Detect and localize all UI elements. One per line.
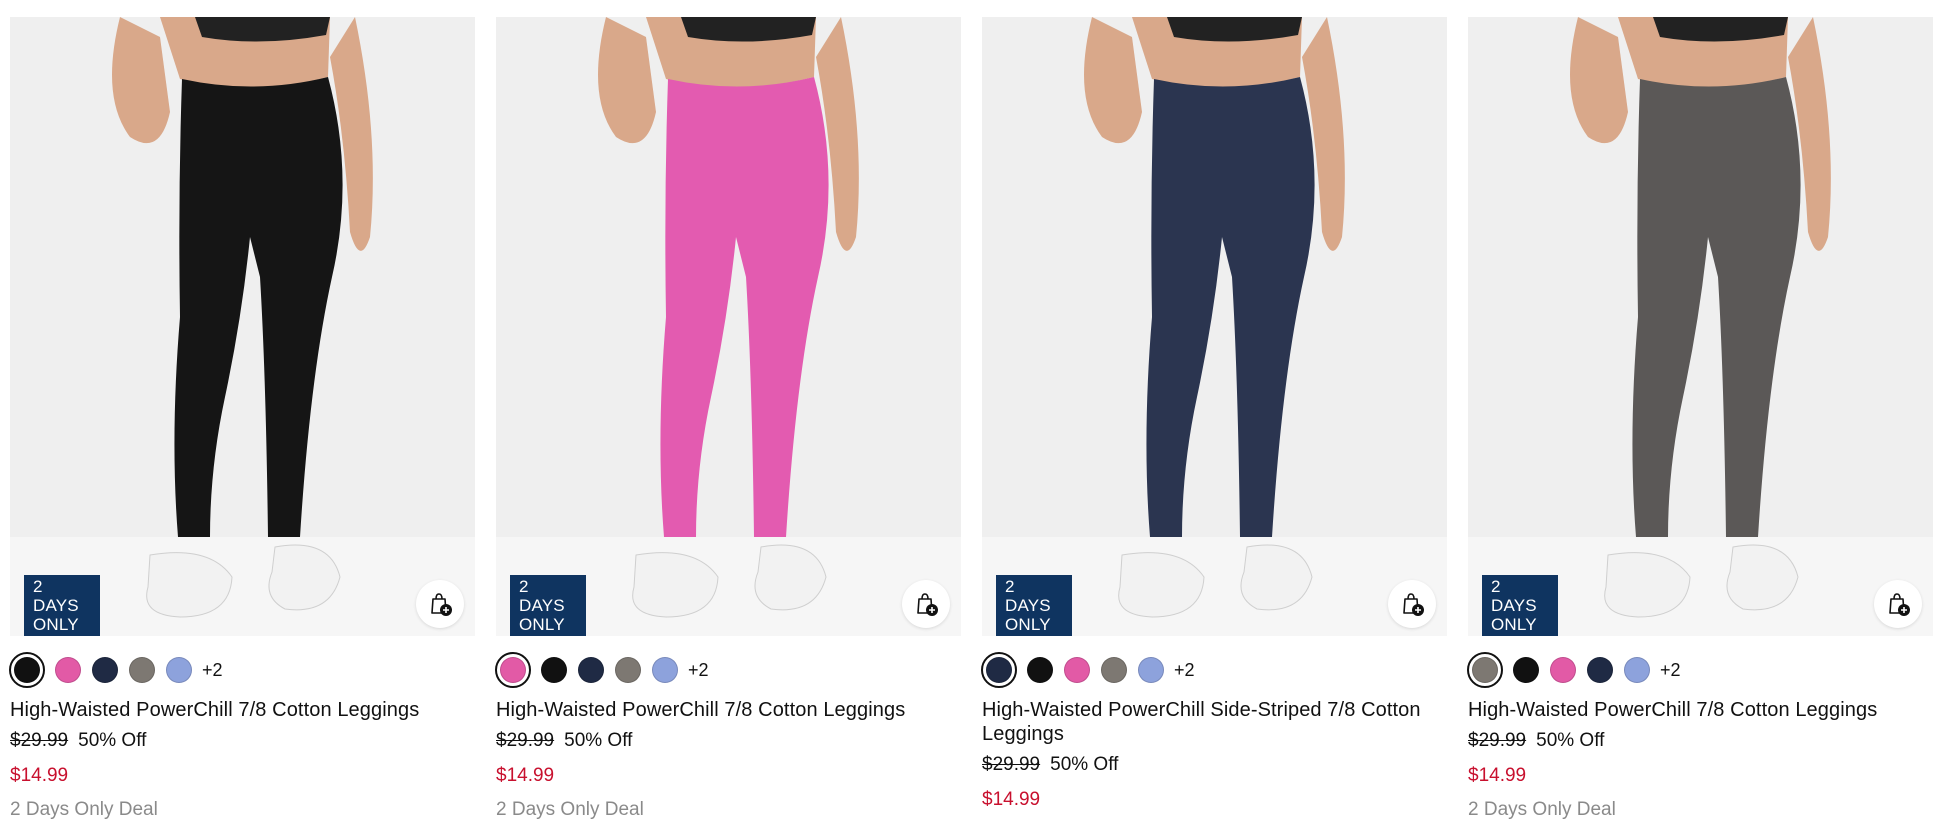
product-photo	[982, 17, 1447, 636]
color-swatches: +2	[495, 652, 961, 688]
original-price: $29.99	[496, 730, 555, 751]
color-swatch[interactable]	[1027, 657, 1053, 683]
discount-label: 50% Off	[1050, 754, 1119, 775]
product-photo	[1468, 17, 1933, 636]
color-swatch[interactable]	[1101, 657, 1127, 683]
color-swatch[interactable]	[1624, 657, 1650, 683]
product-title[interactable]: High-Waisted PowerChill 7/8 Cotton Leggi…	[496, 698, 961, 722]
color-swatch[interactable]	[55, 657, 81, 683]
deal-label: 2 Days Only Deal	[1468, 799, 1616, 820]
shopping-bag-plus-icon	[917, 593, 938, 616]
color-swatches: +2	[1467, 652, 1933, 688]
more-colors-link[interactable]: +2	[1660, 660, 1681, 681]
product-image[interactable]: 2 DAYS ONLY	[496, 17, 961, 636]
sale-price: $14.99	[496, 765, 555, 786]
color-swatch[interactable]	[1513, 657, 1539, 683]
deal-badge: 2 DAYS ONLY	[1482, 575, 1558, 636]
color-swatch[interactable]	[652, 657, 678, 683]
original-price: $29.99	[982, 754, 1041, 775]
product-card-2: 2 DAYS ONLY +2 High-Waisted PowerChill 7…	[495, 17, 961, 821]
sale-price: $14.99	[1468, 765, 1527, 786]
deal-badge: 2 DAYS ONLY	[510, 575, 586, 636]
color-swatch[interactable]	[1064, 657, 1090, 683]
deal-badge: 2 DAYS ONLY	[996, 575, 1072, 636]
color-swatch[interactable]	[1138, 657, 1164, 683]
color-swatches: +2	[9, 652, 475, 688]
add-to-bag-button[interactable]	[1388, 580, 1436, 628]
discount-label: 50% Off	[78, 730, 147, 751]
more-colors-link[interactable]: +2	[202, 660, 223, 681]
more-colors-link[interactable]: +2	[688, 660, 709, 681]
color-swatch[interactable]	[541, 657, 567, 683]
shopping-bag-plus-icon	[431, 593, 452, 616]
product-title[interactable]: High-Waisted PowerChill 7/8 Cotton Leggi…	[10, 698, 475, 722]
product-card-3: 2 DAYS ONLY +2 High-Waisted PowerChill S…	[981, 17, 1447, 821]
add-to-bag-button[interactable]	[902, 580, 950, 628]
color-swatch[interactable]	[578, 657, 604, 683]
product-image[interactable]: 2 DAYS ONLY	[10, 17, 475, 636]
color-swatch[interactable]	[615, 657, 641, 683]
product-grid: 2 DAYS ONLY +2 High-Waisted PowerChill 7…	[9, 17, 1933, 821]
original-price: $29.99	[1468, 730, 1527, 751]
deal-badge: 2 DAYS ONLY	[24, 575, 100, 636]
color-swatch[interactable]	[1467, 652, 1503, 688]
sale-price: $14.99	[10, 765, 69, 786]
add-to-bag-button[interactable]	[416, 580, 464, 628]
sale-price: $14.99	[982, 789, 1041, 810]
color-swatch[interactable]	[981, 652, 1017, 688]
shopping-bag-plus-icon	[1889, 593, 1910, 616]
product-image[interactable]: 2 DAYS ONLY	[982, 17, 1447, 636]
color-swatch[interactable]	[129, 657, 155, 683]
product-card-4: 2 DAYS ONLY +2 High-Waisted PowerChill 7…	[1467, 17, 1933, 821]
add-to-bag-button[interactable]	[1874, 580, 1922, 628]
price-row: $29.99 50% Off	[1468, 730, 1933, 752]
product-image[interactable]: 2 DAYS ONLY	[1468, 17, 1933, 636]
discount-label: 50% Off	[564, 730, 633, 751]
price-row: $29.99 50% Off	[10, 730, 475, 752]
deal-label: 2 Days Only Deal	[10, 799, 158, 820]
color-swatch[interactable]	[9, 652, 45, 688]
discount-label: 50% Off	[1536, 730, 1605, 751]
color-swatch[interactable]	[166, 657, 192, 683]
product-photo	[10, 17, 475, 636]
color-swatch[interactable]	[1587, 657, 1613, 683]
product-photo	[496, 17, 961, 636]
product-title[interactable]: High-Waisted PowerChill Side-Striped 7/8…	[982, 698, 1447, 746]
deal-label: 2 Days Only Deal	[496, 799, 644, 820]
color-swatch[interactable]	[92, 657, 118, 683]
color-swatch[interactable]	[495, 652, 531, 688]
color-swatch[interactable]	[1550, 657, 1576, 683]
more-colors-link[interactable]: +2	[1174, 660, 1195, 681]
shopping-bag-plus-icon	[1403, 593, 1424, 616]
product-title[interactable]: High-Waisted PowerChill 7/8 Cotton Leggi…	[1468, 698, 1933, 722]
product-card-1: 2 DAYS ONLY +2 High-Waisted PowerChill 7…	[9, 17, 475, 821]
color-swatches: +2	[981, 652, 1447, 688]
price-row: $29.99 50% Off	[496, 730, 961, 752]
price-row: $29.99 50% Off	[982, 754, 1447, 776]
original-price: $29.99	[10, 730, 69, 751]
